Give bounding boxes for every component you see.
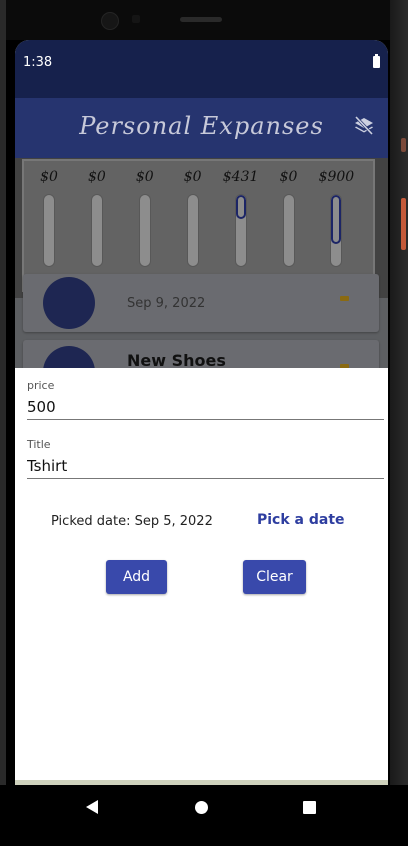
bar-fill: [331, 195, 342, 245]
power-button: [401, 198, 406, 250]
list-item[interactable]: Sep 9, 2022: [23, 274, 379, 332]
app-title: Personal Expanses: [79, 112, 324, 140]
bar-amount-label: $0: [87, 169, 106, 185]
transaction-list: Sep 9, 2022 New Shoes: [15, 274, 388, 398]
title-field-label: Title: [27, 438, 51, 451]
bar-amount-label: $0: [40, 169, 58, 185]
weekly-spending-chart: $0Sa$0Su$0Mo$0Tu$431We$0Th$900Fr: [22, 159, 375, 292]
new-transaction-sheet: price Title Picked date: Sep 5, 2022 Pic…: [15, 368, 388, 781]
status-bar: 1:38: [15, 40, 388, 98]
home-icon[interactable]: [195, 801, 208, 814]
list-item-date: Sep 9, 2022: [127, 296, 206, 311]
bar-track: [282, 194, 295, 267]
bar-amount-label: $900: [318, 169, 355, 185]
clear-button[interactable]: Clear: [243, 560, 306, 594]
bar-track: [90, 194, 103, 267]
bar-fill: [235, 195, 246, 219]
battery-icon: [373, 54, 380, 68]
picked-date-text: Picked date: Sep 5, 2022: [51, 514, 213, 529]
status-time: 1:38: [23, 55, 53, 70]
bar-amount-label: $0: [183, 169, 202, 185]
pick-date-button[interactable]: Pick a date: [257, 512, 345, 528]
bar-track: [186, 194, 199, 267]
bar-amount-label: $0: [279, 169, 298, 185]
bar-amount-label: $0: [135, 169, 154, 185]
title-input[interactable]: [27, 454, 384, 479]
bar-amount-label: $431: [222, 169, 259, 185]
front-camera-icon: [101, 12, 119, 30]
side-button: [401, 138, 406, 152]
bar-track: [43, 194, 55, 267]
sensor-icon: [132, 15, 140, 23]
add-button[interactable]: Add: [106, 560, 167, 594]
layers-clear-icon[interactable]: [352, 114, 376, 138]
price-input[interactable]: [27, 395, 384, 420]
recents-icon[interactable]: [303, 801, 316, 814]
phone-frame: 1:38 Personal Expanses $0Sa$0Su$0Mo$0Tu$…: [0, 0, 408, 846]
earpiece-speaker: [180, 17, 222, 22]
phone-top-bezel: [0, 0, 408, 40]
back-icon[interactable]: [86, 800, 98, 814]
app-bar: Personal Expanses: [15, 98, 388, 158]
price-avatar: [43, 277, 95, 329]
bar-track: [138, 194, 151, 267]
system-navigation-bar: [0, 785, 408, 846]
bar-track: [330, 194, 343, 267]
phone-left-edge: [0, 0, 6, 846]
phone-right-edge: [390, 0, 408, 846]
device-screen: 1:38 Personal Expanses $0Sa$0Su$0Mo$0Tu$…: [15, 40, 388, 785]
delete-icon[interactable]: [340, 296, 349, 301]
price-field-label: price: [27, 379, 55, 392]
bar-track: [234, 194, 247, 267]
